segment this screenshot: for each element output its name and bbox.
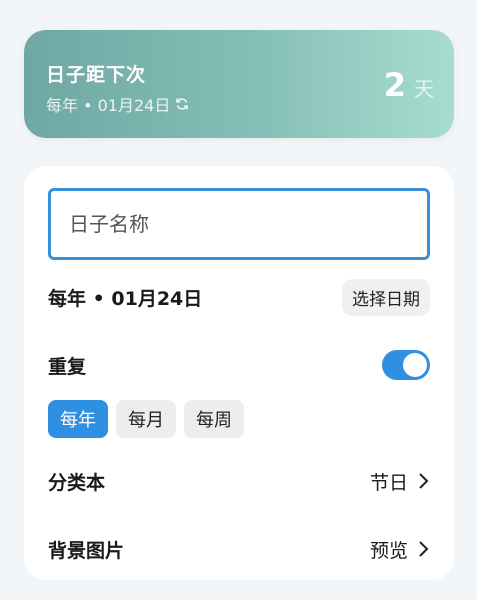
- toggle-knob: [403, 353, 427, 377]
- chevron-right-icon: [418, 540, 430, 558]
- repeat-option-yearly[interactable]: 每年: [48, 400, 108, 438]
- category-row[interactable]: 分类本 节日: [48, 461, 430, 501]
- banner-title: 日子距下次: [46, 64, 147, 86]
- name-input[interactable]: [48, 188, 430, 260]
- repeat-label: 重复: [48, 355, 87, 378]
- banner-subtitle-text: 每年 • 01月24日: [46, 96, 171, 115]
- days-unit: 天: [414, 77, 434, 101]
- background-value-group: 预览: [370, 536, 430, 563]
- chevron-right-icon: [418, 472, 430, 490]
- pick-date-button[interactable]: 选择日期: [342, 278, 430, 316]
- days-count: 2: [383, 66, 406, 104]
- repeat-option-weekly[interactable]: 每周: [184, 400, 244, 438]
- category-value-group: 节日: [370, 468, 430, 495]
- repeat-toggle[interactable]: [382, 350, 430, 380]
- repeat-icon: [174, 96, 190, 112]
- date-display: 每年 • 01月24日: [48, 287, 203, 310]
- repeat-row: 重复: [48, 348, 430, 382]
- background-row[interactable]: 背景图片 预览: [48, 529, 430, 569]
- background-value: 预览: [369, 539, 408, 562]
- repeat-option-monthly[interactable]: 每月: [116, 400, 176, 438]
- edit-card: 每年 • 01月24日 选择日期 重复 每年 每月 每周 分类本 节日 背景图片…: [24, 166, 454, 580]
- category-value: 节日: [369, 471, 408, 494]
- days-remaining: 2 天: [384, 66, 434, 104]
- date-row: 每年 • 01月24日 选择日期: [48, 278, 430, 316]
- repeat-options: 每年 每月 每周: [48, 400, 244, 438]
- countdown-banner: 日子距下次 每年 • 01月24日 2 天: [24, 30, 454, 138]
- background-label: 背景图片: [48, 539, 125, 562]
- banner-subtitle: 每年 • 01月24日: [46, 92, 190, 116]
- category-label: 分类本: [48, 471, 106, 494]
